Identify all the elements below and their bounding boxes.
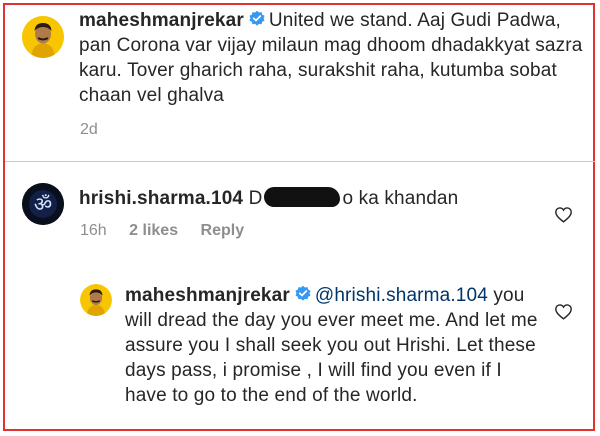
- redaction-mark: [264, 187, 341, 207]
- comment-text-prefix: D: [248, 188, 263, 209]
- reply: maheshmanjrekar @hrishi.sharma.104 you wi…: [125, 283, 545, 408]
- post-time[interactable]: 2d: [80, 121, 98, 138]
- comment-username[interactable]: hrishi.sharma.104: [79, 188, 243, 209]
- comment-time[interactable]: 16h: [80, 222, 107, 239]
- comment-text-suffix: o ka khandan: [342, 188, 459, 209]
- heart-icon[interactable]: [554, 206, 573, 223]
- reply-button[interactable]: Reply: [201, 222, 245, 239]
- reply-avatar[interactable]: [80, 284, 112, 316]
- svg-text:ॐ: ॐ: [34, 192, 52, 216]
- post-meta: 2d: [80, 121, 116, 139]
- heart-icon[interactable]: [554, 303, 573, 320]
- post-username[interactable]: maheshmanjrekar: [79, 10, 244, 31]
- comment-likes[interactable]: 2 likes: [129, 222, 178, 239]
- verified-icon: [295, 285, 311, 301]
- mention-link[interactable]: @hrishi.sharma.104: [315, 285, 488, 306]
- verified-icon: [249, 10, 265, 26]
- avatar[interactable]: [22, 16, 64, 58]
- comment: hrishi.sharma.104 Do ka khandan: [79, 186, 549, 211]
- reply-username[interactable]: maheshmanjrekar: [125, 285, 290, 306]
- divider: [5, 161, 595, 162]
- commenter-avatar[interactable]: ॐ: [22, 183, 64, 225]
- comment-meta: 16h 2 likes Reply: [80, 222, 262, 240]
- caption: maheshmanjrekar United we stand. Aaj Gudi…: [79, 8, 587, 108]
